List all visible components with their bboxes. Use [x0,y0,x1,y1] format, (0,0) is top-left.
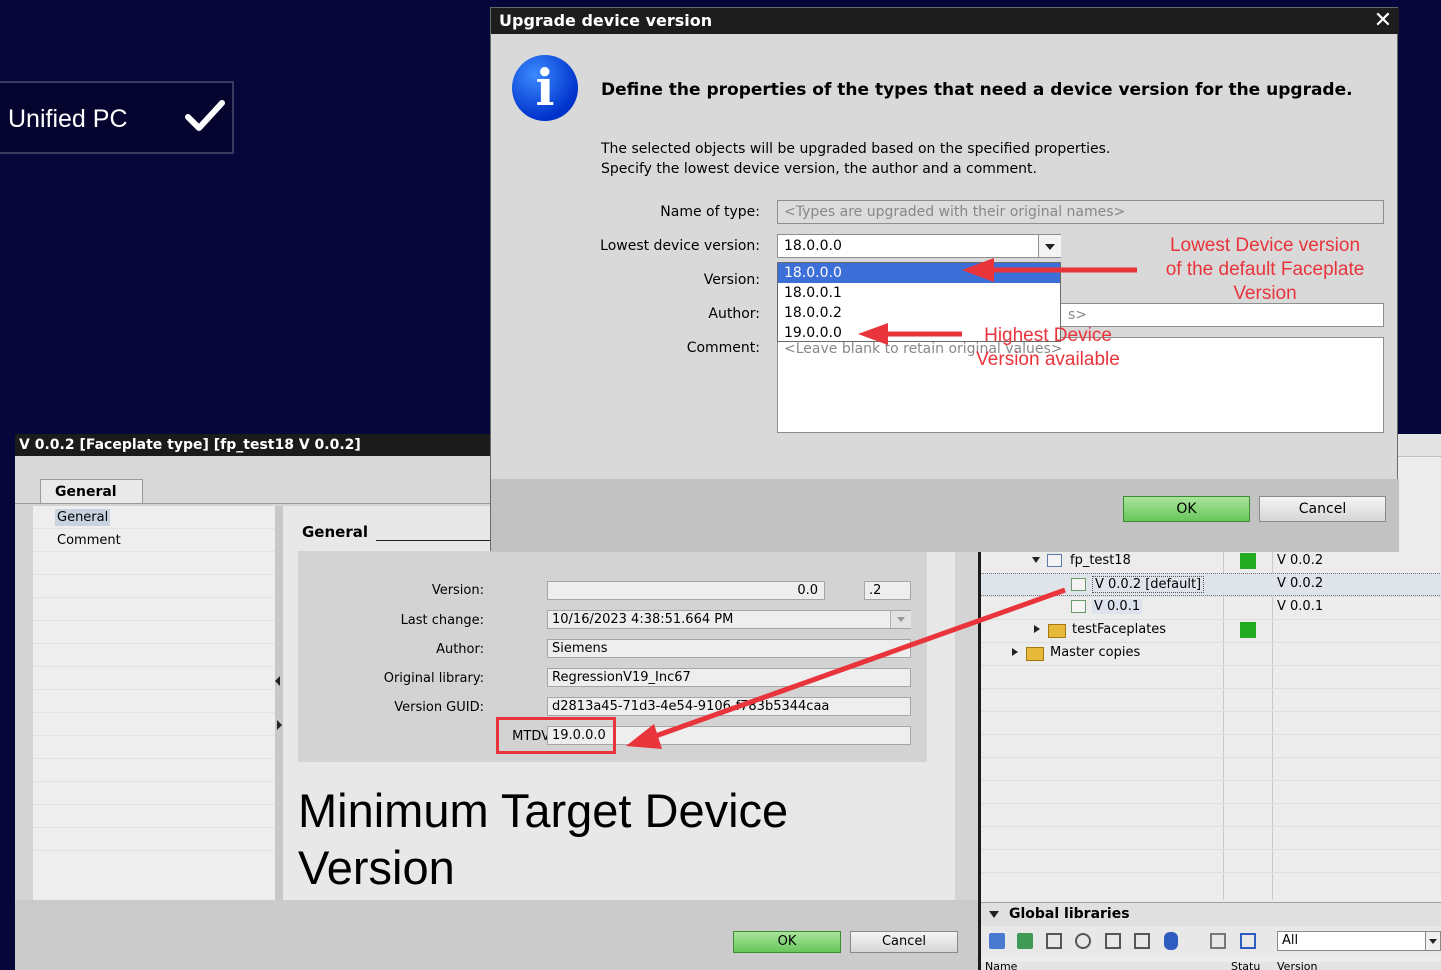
lowest-version-note: Lowest Device version of the default Fac… [1150,234,1380,306]
note-line: of the default Faceplate [1165,259,1365,280]
highest-version-arrow [858,323,962,345]
note-line: Highest Device [984,325,1112,346]
lowest-version-arrow [962,258,1137,282]
note-line: Lowest Device version [1169,235,1361,256]
note-line: Version [1233,283,1297,304]
note-line: Version available [976,349,1120,370]
dropdown-annotation-arrows [858,258,1137,345]
highest-version-note: Highest Device Version available [948,324,1148,372]
